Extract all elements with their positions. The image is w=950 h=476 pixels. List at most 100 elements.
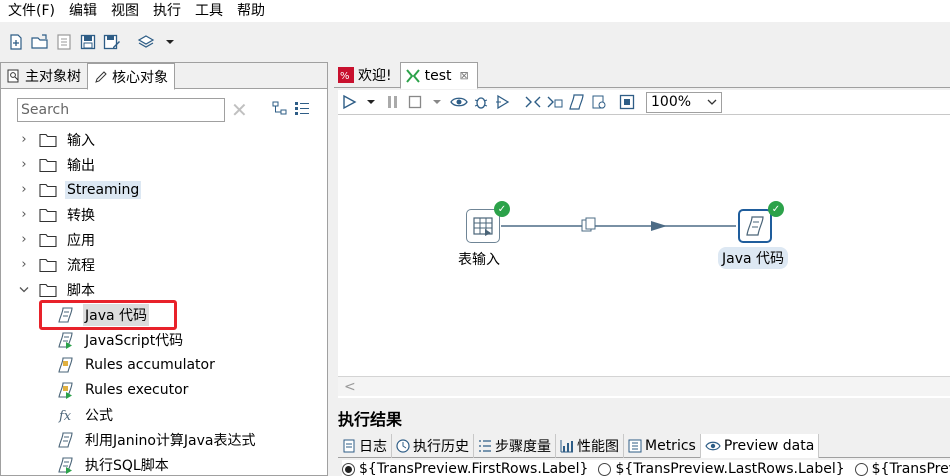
hop-arrow-icon	[651, 221, 667, 231]
transformation-icon	[405, 68, 421, 84]
copy-rows-icon	[581, 217, 596, 232]
menu-view[interactable]: 视图	[103, 0, 145, 22]
tree-folder-transform[interactable]: › 转换	[1, 202, 327, 227]
chevron-right-icon[interactable]: ›	[17, 257, 31, 272]
menu-tools[interactable]: 工具	[187, 0, 229, 22]
tab-metrics[interactable]: Metrics	[624, 434, 701, 458]
database-explore-icon[interactable]	[590, 93, 608, 111]
tree-item-formula[interactable]: fx 公式	[1, 402, 327, 427]
tree-item-rules-accumulator[interactable]: Rules accumulator	[1, 352, 327, 377]
tree-item-rules-executor[interactable]: Rules executor	[1, 377, 327, 402]
tree-folder-streaming[interactable]: › Streaming	[1, 177, 327, 202]
step-label: Java 代码	[718, 247, 789, 269]
pause-icon[interactable]	[384, 93, 402, 111]
open-file-icon[interactable]	[31, 33, 49, 51]
canvas-horizontal-scrollbar[interactable]: <	[338, 376, 950, 396]
metrics-icon	[628, 439, 642, 453]
scroll-left-icon[interactable]: <	[344, 377, 356, 397]
search-row: Search ✕	[17, 98, 317, 122]
search-input[interactable]: Search	[17, 98, 225, 122]
expand-tree-icon[interactable]	[294, 100, 310, 120]
save-as-icon[interactable]	[103, 33, 121, 51]
tree-folder-input[interactable]: › 输入	[1, 127, 327, 152]
debug-icon[interactable]	[472, 93, 490, 111]
tree-item-sql-script[interactable]: 执行SQL脚本	[1, 452, 327, 476]
menu-bar: 文件(F) 编辑 视图 执行 工具 帮助	[0, 0, 950, 22]
canvas-toolbar: 100%	[338, 90, 950, 114]
tree-item-javascript[interactable]: JavaScript代码	[1, 327, 327, 352]
folder-icon	[39, 208, 57, 222]
tab-preview-data[interactable]: Preview data	[700, 434, 820, 458]
verify-icon[interactable]	[524, 93, 542, 111]
chevron-down-icon[interactable]	[17, 286, 31, 294]
tree-folder-script[interactable]: 脚本	[1, 277, 327, 302]
tab-test[interactable]: test ⊠	[399, 62, 478, 89]
tab-step-metrics[interactable]: 步骤度量	[474, 434, 556, 458]
tree-folder-application[interactable]: › 应用	[1, 227, 327, 252]
tab-welcome[interactable]: % 欢迎!	[334, 62, 400, 88]
tree-item-janino[interactable]: 利用Janino计算Java表达式	[1, 427, 327, 452]
results-tab-bar: 日志 执行历史 步骤度量 性能图 Metrics Preview data	[338, 434, 950, 458]
tab-history[interactable]: 执行历史	[392, 434, 474, 458]
menu-help[interactable]: 帮助	[229, 0, 271, 22]
option-off[interactable]: ${TransPrev	[854, 461, 950, 476]
chevron-right-icon[interactable]: ›	[17, 207, 31, 222]
formula-icon: fx	[57, 406, 75, 424]
close-tab-icon[interactable]: ⊠	[460, 69, 469, 82]
menu-edit[interactable]: 编辑	[61, 0, 103, 22]
main-toolbar	[0, 22, 950, 62]
replay-icon[interactable]	[494, 93, 512, 111]
tree-item-label: 利用Janino计算Java表达式	[85, 432, 256, 449]
save-icon[interactable]	[79, 33, 97, 51]
explore-repository-icon[interactable]	[55, 33, 73, 51]
core-objects-tree: › 输入 › 输出 › Streaming › 转换 › 应用 › 流程 脚本 …	[1, 127, 327, 476]
new-file-icon[interactable]	[7, 33, 25, 51]
tree-tools	[272, 100, 310, 120]
run-icon[interactable]	[340, 93, 358, 111]
tree-folder-label: 输入	[67, 132, 95, 149]
radio-button[interactable]	[342, 462, 355, 476]
tab-step-metrics-label: 步骤度量	[495, 439, 551, 455]
tree-folder-flow[interactable]: › 流程	[1, 252, 327, 277]
chevron-right-icon[interactable]: ›	[17, 157, 31, 172]
results-title: 执行结果	[338, 410, 403, 429]
chevron-right-icon[interactable]: ›	[17, 132, 31, 147]
tree-item-label: Rules executor	[85, 381, 189, 398]
layers-icon[interactable]	[137, 33, 155, 51]
clear-search-icon[interactable]: ✕	[231, 100, 248, 120]
preview-icon[interactable]	[450, 93, 468, 111]
tree-folder-label: 转换	[67, 207, 95, 224]
stop-icon[interactable]	[406, 93, 424, 111]
tree-item-java-code[interactable]: Java 代码	[1, 302, 327, 327]
tab-main-tree[interactable]: 主对象树	[1, 63, 87, 89]
tab-performance-graph[interactable]: 性能图	[556, 434, 624, 458]
transformation-canvas[interactable]: ✓ 表输入 ✓ Java 代码	[338, 114, 950, 398]
janino-icon	[57, 431, 75, 449]
tab-performance-graph-label: 性能图	[577, 439, 619, 455]
radio-button[interactable]	[854, 462, 868, 476]
tree-folder-label: 流程	[67, 257, 95, 274]
welcome-icon: %	[338, 67, 354, 83]
chevron-down-icon[interactable]	[161, 33, 179, 51]
snap-grid-icon[interactable]	[618, 93, 636, 111]
java-code-step-icon[interactable]	[738, 209, 772, 243]
zoom-select[interactable]: 100%	[646, 91, 722, 113]
collapse-tree-icon[interactable]	[272, 100, 288, 120]
run-options-dropdown-icon[interactable]	[362, 93, 380, 111]
folder-icon	[39, 183, 57, 197]
menu-run[interactable]: 执行	[145, 0, 187, 22]
tree-folder-output[interactable]: › 输出	[1, 152, 327, 177]
sql-icon[interactable]	[568, 93, 586, 111]
option-last-rows[interactable]: ${TransPreview.LastRows.Label}	[598, 461, 845, 476]
stop-options-dropdown-icon[interactable]	[428, 93, 446, 111]
menu-file[interactable]: 文件(F)	[0, 0, 61, 22]
impact-analysis-icon[interactable]	[546, 93, 564, 111]
tab-log[interactable]: 日志	[338, 434, 392, 458]
option-first-rows[interactable]: ${TransPreview.FirstRows.Label}	[342, 461, 588, 476]
tab-core-objects[interactable]: 核心对象	[87, 63, 175, 90]
chevron-right-icon[interactable]: ›	[17, 182, 31, 197]
chevron-right-icon[interactable]: ›	[17, 232, 31, 247]
left-tab-bar: 主对象树 核心对象	[1, 63, 327, 90]
folder-icon	[39, 158, 57, 172]
radio-button[interactable]	[598, 462, 612, 476]
